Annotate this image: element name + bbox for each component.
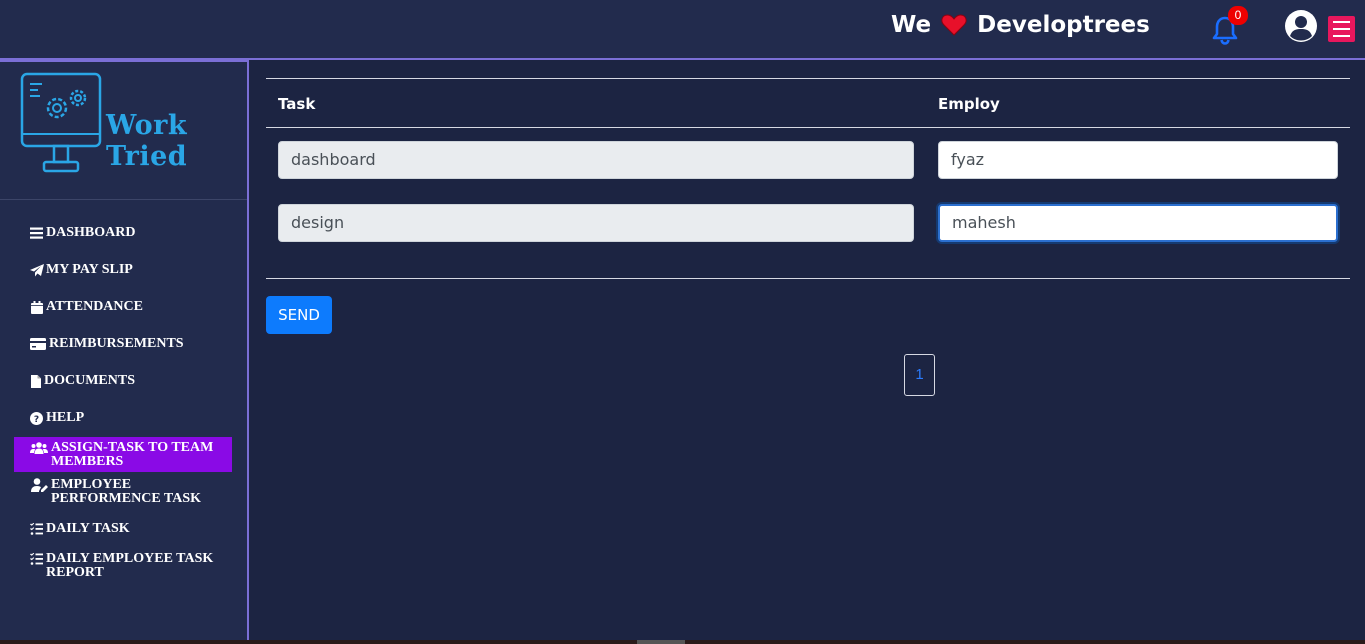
brand-tagline: We Developtrees [891, 12, 1150, 38]
notification-badge: 0 [1228, 6, 1248, 25]
task-field[interactable]: design [278, 204, 914, 242]
brand-pre-text: We [891, 12, 932, 38]
tasks-icon [29, 552, 44, 566]
hamburger-menu-button[interactable] [1328, 16, 1355, 42]
calendar-icon [29, 300, 44, 314]
hamburger-bar [1333, 35, 1350, 37]
sidebar-item-label: DAILY EMPLOYEE TASK REPORT [46, 551, 214, 580]
employ-field[interactable]: fyaz [938, 141, 1338, 179]
svg-text:?: ? [34, 415, 39, 425]
sidebar-item-label: HELP [46, 410, 85, 425]
brand-name: Developtrees [977, 12, 1150, 38]
bars-icon [29, 226, 44, 240]
tasks-icon [29, 522, 44, 536]
credit-card-icon [29, 337, 47, 351]
sidebar-item-label: REIMBURSEMENTS [49, 336, 184, 351]
hamburger-bar [1333, 21, 1350, 23]
sidebar-item-label: ATTENDANCE [46, 299, 143, 314]
user-edit-icon [29, 478, 49, 492]
sidebar-item-label: EMPLOYEE PERFORMENCE TASK [51, 477, 201, 506]
table-top-border [266, 78, 1350, 79]
monitor-gear-logo-icon [20, 72, 102, 173]
sidebar-item-label: DASHBOARD [46, 225, 136, 240]
sidebar-item-label: DOCUMENTS [44, 373, 136, 388]
sidebar-item-employee-performence-task[interactable]: EMPLOYEE PERFORMENCE TASK [14, 478, 232, 506]
sidebar-item-dashboard[interactable]: DASHBOARD [14, 226, 232, 240]
table-bottom-border [266, 278, 1350, 279]
sidebar-item-label: MY PAY SLIP [46, 262, 133, 277]
sidebar: Work Tried DASHBOARD MY PAY SLIP ATTENDA… [0, 60, 249, 640]
hamburger-bar [1333, 28, 1350, 30]
question-circle-icon: ? [29, 411, 44, 425]
sidebar-item-my-pay-slip[interactable]: MY PAY SLIP [14, 263, 232, 277]
horizontal-scrollbar[interactable] [0, 640, 1365, 644]
heart-icon [941, 14, 967, 36]
sidebar-item-help[interactable]: ? HELP [14, 411, 232, 425]
pagination-page-1[interactable]: 1 [904, 354, 935, 396]
user-circle-icon[interactable] [1284, 9, 1318, 43]
sidebar-item-daily-employee-task-report[interactable]: DAILY EMPLOYEE TASK REPORT [14, 552, 232, 580]
file-icon [29, 374, 42, 388]
send-button[interactable]: SEND [266, 296, 332, 334]
employ-field[interactable]: mahesh [938, 204, 1338, 242]
column-header-task: Task [278, 95, 316, 113]
table-header-border [266, 127, 1350, 128]
column-header-employ: Employ [938, 95, 1000, 113]
scrollbar-thumb[interactable] [637, 640, 685, 644]
logo-text: Work Tried [106, 110, 188, 172]
paper-plane-icon [29, 263, 44, 277]
sidebar-item-attendance[interactable]: ATTENDANCE [14, 300, 232, 314]
sidebar-item-label: ASSIGN-TASK TO TEAM MEMBERS [51, 440, 214, 469]
sidebar-item-assign-task[interactable]: ASSIGN-TASK TO TEAM MEMBERS [14, 437, 232, 472]
sidebar-item-daily-task[interactable]: DAILY TASK [14, 522, 232, 536]
task-field[interactable]: dashboard [278, 141, 914, 179]
sidebar-item-reimbursements[interactable]: REIMBURSEMENTS [14, 337, 232, 351]
top-navbar: We Developtrees 0 [0, 0, 1365, 60]
sidebar-item-label: DAILY TASK [46, 521, 130, 536]
sidebar-item-documents[interactable]: DOCUMENTS [14, 374, 232, 388]
logo-area[interactable]: Work Tried [0, 62, 247, 200]
users-icon [29, 441, 49, 455]
